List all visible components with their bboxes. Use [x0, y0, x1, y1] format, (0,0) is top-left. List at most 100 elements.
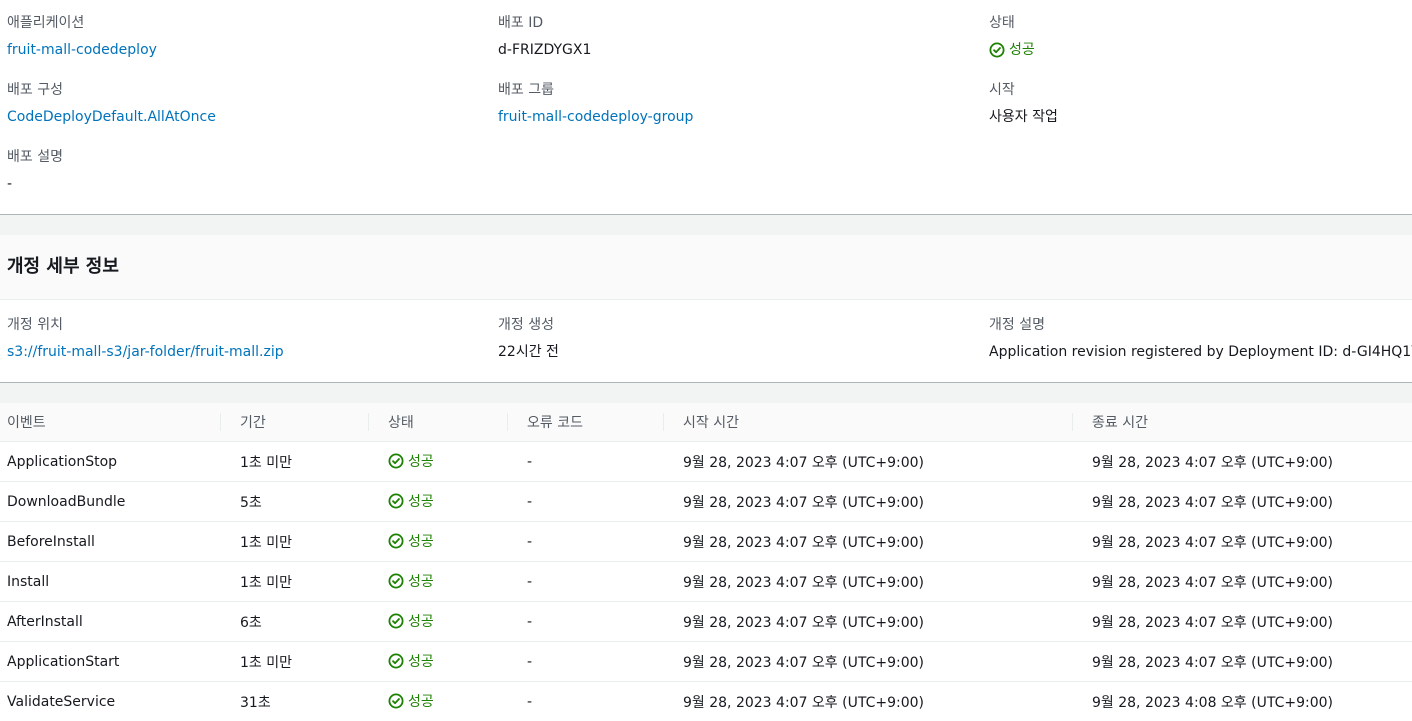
deployment-config-label: 배포 구성: [7, 82, 63, 98]
deployment-group-link[interactable]: fruit-mall-codedeploy-group: [498, 108, 693, 126]
event-name-cell: ApplicationStop: [0, 441, 220, 482]
duration-cell: 6초: [220, 601, 368, 642]
events-table: 이벤트 기간 상태 오류 코드 시작 시간 종료 시간 ApplicationS…: [0, 403, 1412, 721]
status-cell: 성공: [368, 641, 507, 682]
event-name-cell: DownloadBundle: [0, 481, 220, 522]
end-time-cell: 9월 28, 2023 4:07 오후 (UTC+9:00): [1072, 641, 1412, 682]
start-time-cell: 9월 28, 2023 4:07 오후 (UTC+9:00): [663, 521, 1072, 562]
end-time-cell: 9월 28, 2023 4:07 오후 (UTC+9:00): [1072, 481, 1412, 522]
status-cell: 성공: [368, 481, 507, 522]
start-time-cell: 9월 28, 2023 4:07 오후 (UTC+9:00): [663, 681, 1072, 721]
deployment-details-page: 애플리케이션 fruit-mall-codedeploy 배포 ID d-FRI…: [0, 0, 1412, 721]
start-time-cell: 9월 28, 2023 4:07 오후 (UTC+9:00): [663, 481, 1072, 522]
description-field: 배포 설명 -: [7, 148, 63, 193]
start-time-cell: 9월 28, 2023 4:07 오후 (UTC+9:00): [663, 641, 1072, 682]
check-circle-icon: [989, 42, 1005, 58]
duration-cell: 5초: [220, 481, 368, 522]
status-cell: 성공: [368, 521, 507, 562]
section-gap: [0, 215, 1412, 235]
initiated-value: 사용자 작업: [989, 109, 1058, 125]
column-header-start-time[interactable]: 시작 시간: [663, 403, 1072, 442]
revision-created-label: 개정 생성: [498, 317, 554, 333]
duration-cell: 31초: [220, 681, 368, 721]
table-row: ValidateService 31초 성공 -9월 28, 2023 4:07 오후…: [0, 681, 1412, 721]
status-badge: 성공: [989, 41, 1035, 59]
duration-cell: 1초 미만: [220, 641, 368, 682]
status-badge: 성공: [388, 611, 434, 631]
end-time-cell: 9월 28, 2023 4:08 오후 (UTC+9:00): [1072, 681, 1412, 721]
error-code-cell: -: [507, 681, 663, 721]
status-text: 성공: [1009, 42, 1035, 58]
end-time-cell: 9월 28, 2023 4:07 오후 (UTC+9:00): [1072, 561, 1412, 602]
start-time-cell: 9월 28, 2023 4:07 오후 (UTC+9:00): [663, 561, 1072, 602]
status-badge: 성공: [388, 651, 434, 671]
end-time-cell: 9월 28, 2023 4:07 오후 (UTC+9:00): [1072, 521, 1412, 562]
deployment-id-field: 배포 ID d-FRIZDYGX1: [498, 14, 591, 59]
table-row: ApplicationStop 1초 미만 성공 -9월 28, 2023 4:07 …: [0, 441, 1412, 482]
revision-location-label: 개정 위치: [7, 317, 63, 333]
table-row: Install 1초 미만 성공 -9월 28, 2023 4:07 오후 (UTC+…: [0, 561, 1412, 602]
deployment-config-link[interactable]: CodeDeployDefault.AllAtOnce: [7, 108, 216, 126]
revision-description-label: 개정 설명: [989, 317, 1045, 333]
check-circle-icon: [388, 493, 404, 508]
column-header-duration[interactable]: 기간: [220, 403, 368, 442]
end-time-cell: 9월 28, 2023 4:07 오후 (UTC+9:00): [1072, 441, 1412, 482]
status-text: 성공: [408, 453, 434, 470]
table-row: DownloadBundle 5초 성공 -9월 28, 2023 4:07 오후 (…: [0, 481, 1412, 522]
status-cell: 성공: [368, 681, 507, 721]
status-badge: 성공: [388, 531, 434, 551]
table-row: BeforeInstall 1초 미만 성공 -9월 28, 2023 4:07 오후…: [0, 521, 1412, 562]
status-text: 성공: [408, 493, 434, 510]
duration-cell: 1초 미만: [220, 441, 368, 482]
application-field: 애플리케이션 fruit-mall-codedeploy: [7, 14, 157, 59]
error-code-cell: -: [507, 561, 663, 602]
column-header-status[interactable]: 상태: [368, 403, 507, 442]
revision-header: 개정 세부 정보: [0, 235, 1412, 300]
status-text: 성공: [408, 573, 434, 590]
revision-created-field: 개정 생성 22시간 전: [498, 316, 559, 361]
deployment-group-field: 배포 그룹 fruit-mall-codedeploy-group: [498, 81, 693, 126]
error-code-cell: -: [507, 601, 663, 642]
column-header-event[interactable]: 이벤트: [0, 403, 220, 442]
status-cell: 성공: [368, 561, 507, 602]
duration-cell: 1초 미만: [220, 561, 368, 602]
table-row: ApplicationStart 1초 미만 성공 -9월 28, 2023 4:07…: [0, 641, 1412, 682]
check-circle-icon: [388, 453, 404, 468]
revision-created-value: 22시간 전: [498, 344, 559, 360]
error-code-cell: -: [507, 641, 663, 682]
error-code-cell: -: [507, 521, 663, 562]
deployment-config-field: 배포 구성 CodeDeployDefault.AllAtOnce: [7, 81, 216, 126]
start-time-cell: 9월 28, 2023 4:07 오후 (UTC+9:00): [663, 601, 1072, 642]
deployment-group-label: 배포 그룹: [498, 82, 554, 98]
duration-cell: 1초 미만: [220, 521, 368, 562]
status-text: 성공: [408, 693, 434, 710]
deployment-id-label: 배포 ID: [498, 15, 544, 31]
column-header-end-time[interactable]: 종료 시간: [1072, 403, 1412, 442]
revision-location-field: 개정 위치 s3://fruit-mall-s3/jar-folder/frui…: [7, 316, 284, 361]
deployment-id-value: d-FRIZDYGX1: [498, 42, 592, 58]
status-cell: 성공: [368, 441, 507, 482]
status-badge: 성공: [388, 491, 434, 511]
event-name-cell: ApplicationStart: [0, 641, 220, 682]
status-text: 성공: [408, 533, 434, 550]
start-time-cell: 9월 28, 2023 4:07 오후 (UTC+9:00): [663, 441, 1072, 482]
application-link[interactable]: fruit-mall-codedeploy: [7, 41, 157, 59]
section-gap: [0, 383, 1412, 403]
description-value: -: [7, 176, 13, 192]
description-label: 배포 설명: [7, 149, 63, 165]
status-text: 성공: [408, 613, 434, 630]
events-table-body: ApplicationStop 1초 미만 성공 -9월 28, 2023 4:07 …: [0, 441, 1412, 721]
check-circle-icon: [388, 693, 404, 708]
revision-location-link[interactable]: s3://fruit-mall-s3/jar-folder/fruit-mall…: [7, 343, 284, 361]
event-name-cell: Install: [0, 561, 220, 602]
revision-title: 개정 세부 정보: [7, 256, 119, 277]
revision-description-value: Application revision registered by Deplo…: [989, 344, 1412, 360]
initiated-field: 시작 사용자 작업: [989, 81, 1058, 126]
status-badge: 성공: [388, 571, 434, 591]
event-name-cell: AfterInstall: [0, 601, 220, 642]
error-code-cell: -: [507, 481, 663, 522]
status-badge: 성공: [388, 691, 434, 711]
column-header-error-code[interactable]: 오류 코드: [507, 403, 663, 442]
status-text: 성공: [408, 653, 434, 670]
check-circle-icon: [388, 613, 404, 628]
